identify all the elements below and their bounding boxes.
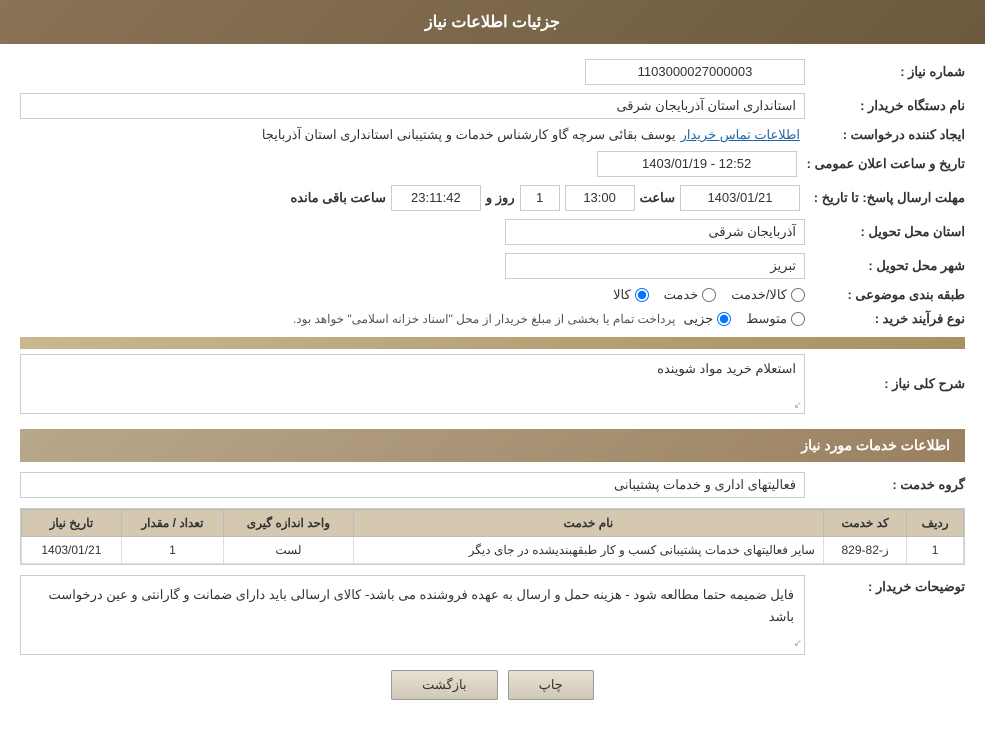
buyer-org-value: استانداری استان آذربایجان شرقی [20,93,805,119]
need-number-label: شماره نیاز : [805,64,965,80]
radio-kala-label: کالا [613,287,631,303]
cell-quantity: 1 [121,537,223,564]
delivery-city-row: شهر محل تحویل : تبریز [20,253,965,279]
category-row: طبقه بندی موضوعی : کالا/خدمت خدمت کالا [20,287,965,303]
radio-jozei-label: جزیی [683,311,713,327]
col-date: تاریخ نیاز [22,510,122,537]
category-label: طبقه بندی موضوعی : [805,287,965,303]
service-group-row: گروه خدمت : فعالیتهای اداری و خدمات پشتی… [20,472,965,498]
purchase-type-label: نوع فرآیند خرید : [805,311,965,327]
radio-kala-khedmat-input[interactable] [791,288,805,302]
cell-row-num: 1 [907,537,964,564]
buyer-org-row: نام دستگاه خریدار : استانداری استان آذرب… [20,93,965,119]
delivery-province-row: استان محل تحویل : آذربایجان شرقی [20,219,965,245]
radio-motavaset-input[interactable] [791,312,805,326]
radio-khedmat-input[interactable] [702,288,716,302]
deadline-label: مهلت ارسال پاسخ: تا تاریخ : [805,190,965,206]
radio-kala-khedmat-label: کالا/خدمت [731,287,787,303]
deadline-row: مهلت ارسال پاسخ: تا تاریخ : 1403/01/21 س… [20,185,965,211]
cell-service-name: سایر فعالیتهای خدمات پشتیبانی کسب و کار … [353,537,823,564]
services-table: ردیف کد خدمت نام خدمت واحد اندازه گیری ت… [21,509,964,564]
radio-jozei: جزیی [683,311,731,327]
back-button[interactable]: بازگشت [391,670,497,700]
radio-kala: کالا [613,287,649,303]
services-table-container: ردیف کد خدمت نام خدمت واحد اندازه گیری ت… [20,508,965,565]
purchase-type-note: پرداخت تمام یا بخشی از مبلغ خریدار از مح… [293,312,676,326]
need-number-row: شماره نیاز : 1103000027000003 [20,59,965,85]
deadline-time: 13:00 [565,185,635,211]
delivery-city-label: شهر محل تحویل : [805,258,965,274]
buyer-notes-row: توضیحات خریدار : فایل ضمیمه حتما مطالعه … [20,575,965,655]
creator-value: یوسف بقائی سرچه گاو کارشناس خدمات و پشتی… [20,127,681,143]
page-wrapper: جزئیات اطلاعات نیاز AnaTender.net شماره … [0,0,985,735]
announce-date-label: تاریخ و ساعت اعلان عمومی : [797,156,965,172]
cell-service-code: ز-82-829 [824,537,907,564]
col-service-name: نام خدمت [353,510,823,537]
radio-motavaset: متوسط [746,311,805,327]
deadline-date: 1403/01/21 [680,185,800,211]
deadline-remaining: 23:11:42 [391,185,481,211]
deadline-days: 1 [520,185,560,211]
description-row: شرح کلی نیاز : استعلام خرید مواد شوینده … [20,354,965,414]
col-service-code: کد خدمت [824,510,907,537]
service-group-value: فعالیتهای اداری و خدمات پشتیبانی [20,472,805,498]
radio-khedmat-label: خدمت [664,287,699,303]
delivery-province-value: آذربایجان شرقی [505,219,805,245]
delivery-city-value: تبریز [505,253,805,279]
description-value: استعلام خرید مواد شوینده [657,361,796,376]
announce-date-value: 1403/01/19 - 12:52 [597,151,797,177]
category-radio-group: کالا/خدمت خدمت کالا [613,287,805,303]
cell-unit: لست [224,537,354,564]
service-group-label: گروه خدمت : [805,477,965,493]
description-section [20,337,965,349]
buyer-notes-value: فایل ضمیمه حتما مطالعه شود - هزینه حمل و… [49,587,794,624]
buyer-notes-label: توضیحات خریدار : [805,575,965,595]
deadline-remaining-label: ساعت باقی مانده [290,190,385,206]
radio-motavaset-label: متوسط [746,311,787,327]
radio-khedmat: خدمت [664,287,717,303]
table-row: 1 ز-82-829 سایر فعالیتهای خدمات پشتیبانی… [22,537,964,564]
deadline-time-label: ساعت [640,190,675,206]
delivery-province-label: استان محل تحویل : [805,224,965,240]
col-unit: واحد اندازه گیری [224,510,354,537]
radio-jozei-input[interactable] [717,312,731,326]
purchase-type-row: نوع فرآیند خرید : متوسط جزیی پرداخت تمام… [20,311,965,327]
buyer-org-label: نام دستگاه خریدار : [805,98,965,114]
description-label: شرح کلی نیاز : [805,376,965,392]
creator-label: ایجاد کننده درخواست : [805,127,965,143]
buttons-row: چاپ بازگشت [20,670,965,700]
deadline-days-label: روز و [486,190,515,206]
cell-date: 1403/01/21 [22,537,122,564]
table-header-row: ردیف کد خدمت نام خدمت واحد اندازه گیری ت… [22,510,964,537]
page-title: جزئیات اطلاعات نیاز [0,0,985,44]
col-row-num: ردیف [907,510,964,537]
announce-date-row: تاریخ و ساعت اعلان عمومی : 1403/01/19 - … [20,151,965,177]
services-section-header: اطلاعات خدمات مورد نیاز [20,429,965,462]
content-area: AnaTender.net شماره نیاز : 1103000027000… [0,44,985,715]
purchase-type-radio-group: متوسط جزیی [683,311,805,327]
creator-link[interactable]: اطلاعات تماس خریدار [681,127,800,143]
print-button[interactable]: چاپ [508,670,594,700]
radio-kala-khedmat: کالا/خدمت [731,287,805,303]
creator-row: ایجاد کننده درخواست : اطلاعات تماس خریدا… [20,127,965,143]
radio-kala-input[interactable] [635,288,649,302]
col-quantity: تعداد / مقدار [121,510,223,537]
need-number-value: 1103000027000003 [585,59,805,85]
